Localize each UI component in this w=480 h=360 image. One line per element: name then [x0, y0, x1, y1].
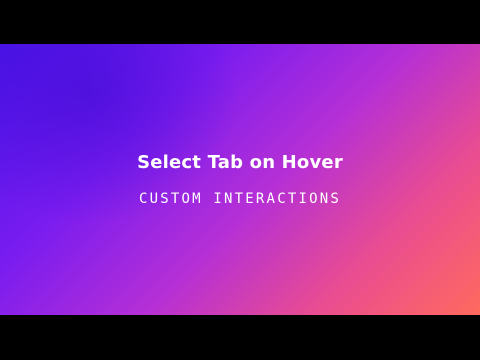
slide-subtitle: CUSTOM INTERACTIONS — [139, 191, 341, 207]
slide-title: Select Tab on Hover — [137, 152, 343, 173]
title-slide: Select Tab on Hover CUSTOM INTERACTIONS — [0, 44, 480, 315]
video-frame: Select Tab on Hover CUSTOM INTERACTIONS — [0, 0, 480, 360]
